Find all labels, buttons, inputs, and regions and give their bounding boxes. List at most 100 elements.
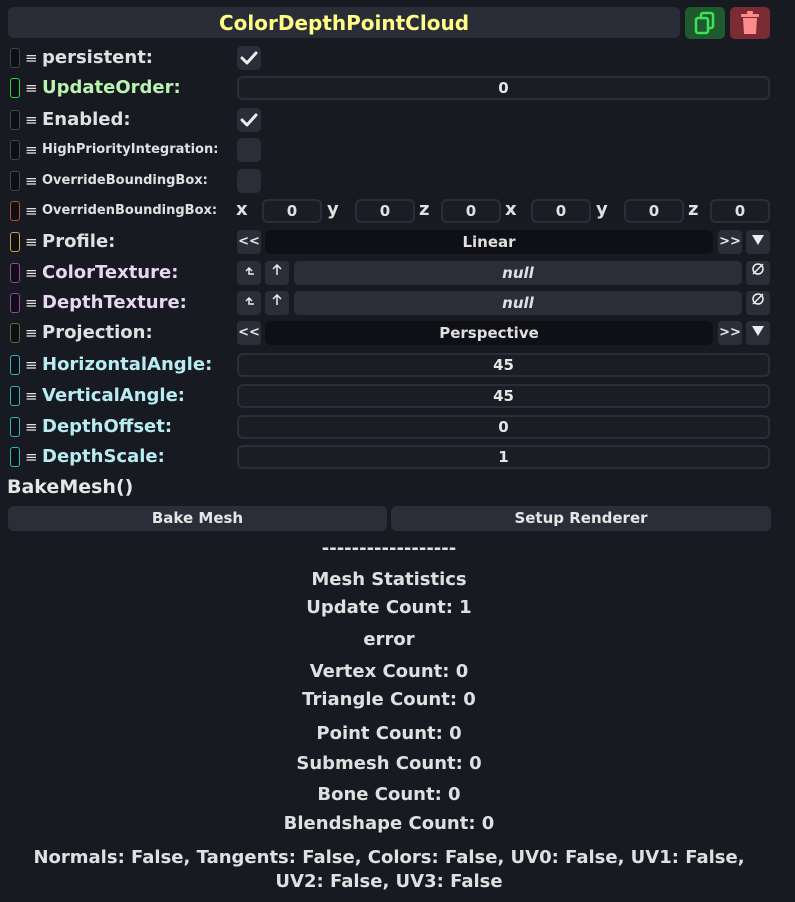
clear-reference-button[interactable] bbox=[746, 291, 770, 315]
menu-icon[interactable]: ≡ bbox=[25, 447, 39, 467]
field-override-bounding-box: ≡ OverrideBoundingBox: bbox=[8, 168, 773, 194]
profile-dropdown-button[interactable] bbox=[746, 230, 770, 254]
arrow-up-icon bbox=[272, 293, 282, 305]
delete-button[interactable] bbox=[730, 7, 770, 39]
menu-icon[interactable]: ≡ bbox=[25, 355, 39, 375]
bbox-max-x-input[interactable]: 0 bbox=[531, 199, 591, 223]
menu-icon[interactable]: ≡ bbox=[25, 417, 39, 437]
bbox-min-y-input[interactable]: 0 bbox=[355, 199, 415, 223]
high-priority-checkbox[interactable] bbox=[237, 138, 261, 162]
bone-count: Bone Count: 0 bbox=[317, 784, 461, 805]
profile-prev-button[interactable]: << bbox=[237, 230, 261, 254]
color-texture-value[interactable]: null bbox=[294, 261, 742, 285]
field-depth-scale: ≡ DepthScale: 1 bbox=[8, 444, 773, 470]
menu-icon[interactable]: ≡ bbox=[25, 48, 39, 68]
field-label: Enabled: bbox=[42, 109, 131, 130]
axis-label-min-z: z bbox=[419, 199, 430, 220]
menu-icon[interactable]: ≡ bbox=[25, 293, 39, 313]
duplicate-button[interactable] bbox=[685, 7, 725, 39]
drag-handle[interactable] bbox=[10, 355, 20, 375]
drag-handle[interactable] bbox=[10, 110, 20, 130]
bake-mesh-button[interactable]: Bake Mesh bbox=[8, 506, 387, 531]
field-label: OverridenBoundingBox: bbox=[42, 203, 218, 218]
bbox-max-y-input[interactable]: 0 bbox=[624, 199, 684, 223]
horizontal-angle-input[interactable]: 45 bbox=[237, 353, 770, 377]
setup-renderer-button[interactable]: Setup Renderer bbox=[391, 506, 771, 531]
drag-handle[interactable] bbox=[10, 417, 20, 437]
projection-value[interactable]: Perspective bbox=[265, 321, 713, 345]
arrow-up-icon bbox=[272, 263, 282, 275]
field-label: persistent: bbox=[42, 47, 153, 68]
component-title: ColorDepthPointCloud bbox=[218, 10, 470, 35]
field-update-order: ≡ UpdateOrder: 0 bbox=[8, 75, 773, 101]
menu-icon[interactable]: ≡ bbox=[25, 110, 39, 130]
drag-handle[interactable] bbox=[10, 140, 20, 160]
depth-texture-value[interactable]: null bbox=[294, 291, 742, 315]
component-header: ColorDepthPointCloud bbox=[8, 7, 680, 38]
field-enabled: ≡ Enabled: bbox=[8, 107, 773, 133]
point-count: Point Count: 0 bbox=[316, 723, 462, 744]
drag-handle[interactable] bbox=[10, 78, 20, 98]
submesh-count: Submesh Count: 0 bbox=[296, 753, 482, 774]
jump-to-source-button[interactable] bbox=[237, 261, 261, 285]
menu-icon[interactable]: ≡ bbox=[25, 263, 39, 283]
axis-label-max-x: x bbox=[505, 199, 517, 220]
null-icon bbox=[752, 293, 764, 305]
profile-value[interactable]: Linear bbox=[265, 230, 713, 254]
field-label: VerticalAngle: bbox=[42, 385, 185, 406]
up-arrow-button[interactable] bbox=[265, 261, 289, 285]
field-label: Profile: bbox=[42, 231, 116, 252]
field-high-priority-integration: ≡ HighPriorityIntegration: bbox=[8, 137, 773, 163]
menu-icon[interactable]: ≡ bbox=[25, 386, 39, 406]
persistent-checkbox[interactable] bbox=[237, 46, 261, 70]
field-color-texture: ≡ ColorTexture: null bbox=[8, 260, 773, 286]
jump-to-source-button[interactable] bbox=[237, 291, 261, 315]
vertical-angle-input[interactable]: 45 bbox=[237, 384, 770, 408]
duplicate-icon bbox=[694, 11, 715, 35]
status-text: error bbox=[363, 629, 415, 650]
drag-handle[interactable] bbox=[10, 201, 20, 221]
axis-label-min-y: y bbox=[327, 199, 339, 220]
projection-prev-button[interactable]: << bbox=[237, 321, 261, 345]
drag-handle[interactable] bbox=[10, 293, 20, 313]
menu-icon[interactable]: ≡ bbox=[25, 323, 39, 343]
override-bbox-checkbox[interactable] bbox=[237, 169, 261, 193]
drag-handle[interactable] bbox=[10, 447, 20, 467]
menu-icon[interactable]: ≡ bbox=[25, 201, 39, 221]
depth-offset-input[interactable]: 0 bbox=[237, 415, 770, 439]
depth-scale-input[interactable]: 1 bbox=[237, 445, 770, 469]
enabled-checkbox[interactable] bbox=[237, 108, 261, 132]
bbox-min-z-input[interactable]: 0 bbox=[441, 199, 501, 223]
field-label: DepthScale: bbox=[42, 446, 165, 467]
field-label: DepthOffset: bbox=[42, 416, 173, 437]
menu-icon[interactable]: ≡ bbox=[25, 232, 39, 252]
up-arrow-button[interactable] bbox=[265, 291, 289, 315]
field-vertical-angle: ≡ VerticalAngle: 45 bbox=[8, 383, 773, 409]
clear-reference-button[interactable] bbox=[746, 261, 770, 285]
axis-label-max-z: z bbox=[688, 199, 699, 220]
update-count: Update Count: 1 bbox=[306, 597, 472, 618]
bbox-max-z-input[interactable]: 0 bbox=[710, 199, 770, 223]
menu-icon[interactable]: ≡ bbox=[25, 78, 39, 98]
field-projection: ≡ Projection: << Perspective >> bbox=[8, 320, 773, 346]
drag-handle[interactable] bbox=[10, 263, 20, 283]
vertex-count: Vertex Count: 0 bbox=[309, 661, 469, 682]
method-label: BakeMesh() bbox=[7, 476, 134, 498]
checkmark-icon bbox=[240, 51, 258, 65]
update-order-input[interactable]: 0 bbox=[237, 76, 770, 100]
drag-handle[interactable] bbox=[10, 232, 20, 252]
projection-dropdown-button[interactable] bbox=[746, 321, 770, 345]
checkmark-icon bbox=[240, 113, 258, 127]
profile-next-button[interactable]: >> bbox=[718, 230, 742, 254]
separator: ------------------ bbox=[321, 538, 457, 559]
drag-handle[interactable] bbox=[10, 323, 20, 343]
bbox-min-x-input[interactable]: 0 bbox=[262, 199, 322, 223]
drag-handle[interactable] bbox=[10, 171, 20, 191]
drag-handle[interactable] bbox=[10, 386, 20, 406]
field-profile: ≡ Profile: << Linear >> bbox=[8, 229, 773, 255]
menu-icon[interactable]: ≡ bbox=[25, 140, 39, 160]
drag-handle[interactable] bbox=[10, 48, 20, 68]
menu-icon[interactable]: ≡ bbox=[25, 171, 39, 191]
projection-next-button[interactable]: >> bbox=[718, 321, 742, 345]
jump-icon bbox=[245, 266, 254, 275]
